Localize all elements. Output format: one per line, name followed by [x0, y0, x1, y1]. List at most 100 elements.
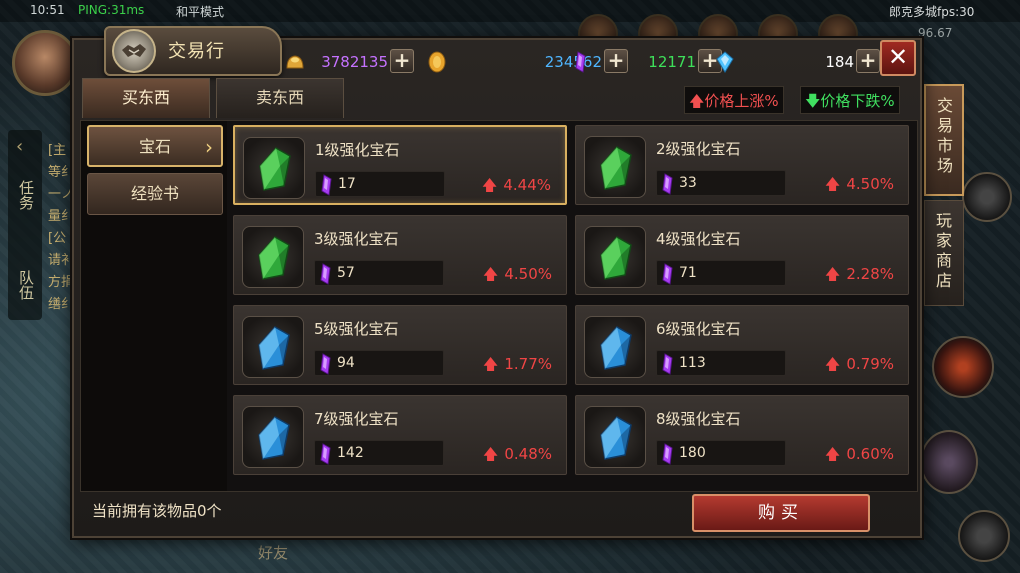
price-change: 🡅 4.44%: [482, 175, 551, 200]
gem-name: 8级强化宝石: [656, 410, 741, 428]
currency-bar: 3782135 + 234562 + 12171 + 184 +: [284, 48, 884, 76]
add-currency-button[interactable]: +: [390, 49, 414, 73]
purple-crystal-icon: [662, 443, 673, 465]
gem-item-card[interactable]: 8级强化宝石 180 🡅 0.60%: [575, 395, 909, 475]
left-quest-strip: 任务 队伍: [8, 130, 42, 320]
purple-crystal-icon: [575, 51, 586, 73]
tab-player-shop[interactable]: 玩家商店: [924, 200, 964, 306]
purple-crystal-icon: [320, 443, 331, 465]
gem-name: 4级强化宝石: [656, 230, 741, 248]
collapse-left-icon[interactable]: ‹: [16, 136, 23, 157]
gold-coin-icon: [428, 51, 446, 73]
purple-crystal-icon: [320, 353, 331, 375]
dpad-icon[interactable]: [962, 172, 1012, 222]
price-change-value: 2.28%: [846, 265, 894, 283]
up-arrow-icon: 🡅: [481, 176, 498, 194]
friends-button[interactable]: 好友: [258, 542, 288, 563]
gem-price: 57: [337, 265, 355, 281]
task-tab[interactable]: 任务: [17, 180, 35, 210]
price-box: 113: [656, 350, 786, 376]
price-change: 🡅 0.79%: [825, 354, 894, 379]
gem-icon: [584, 136, 646, 198]
player-avatar[interactable]: [12, 30, 78, 96]
price-change-value: 0.60%: [846, 445, 894, 463]
pk-mode[interactable]: 和平模式: [176, 3, 224, 20]
gem-item-card[interactable]: 1级强化宝石 17 🡅 4.44%: [233, 125, 567, 205]
buy-button[interactable]: 购买: [692, 494, 870, 532]
gem-item-card[interactable]: 6级强化宝石 113 🡅 0.79%: [575, 305, 909, 385]
price-change: 🡅 0.48%: [483, 444, 552, 469]
category-gems[interactable]: 宝石 ›: [87, 125, 223, 167]
refresh-icon[interactable]: [958, 510, 1010, 562]
gem-icon: [584, 226, 646, 288]
item-grid: 1级强化宝石 17 🡅 4.44% 2级强化宝石 33 🡅 4.50% 3级强化宝石 57 🡅 4.5…: [233, 125, 913, 485]
gem-price: 33: [679, 175, 697, 191]
gem-price: 180: [679, 445, 706, 461]
gem-item-card[interactable]: 5级强化宝石 94 🡅 1.77%: [233, 305, 567, 385]
tab-sell[interactable]: 卖东西: [216, 78, 344, 118]
gem-name: 2级强化宝石: [656, 140, 741, 158]
handshake-icon: [112, 29, 156, 73]
close-button[interactable]: ✕: [880, 40, 916, 76]
gem-name: 1级强化宝石: [315, 141, 400, 159]
price-box: 57: [314, 260, 444, 286]
category-label: 经验书: [130, 184, 179, 203]
purple-crystal-icon: [662, 263, 673, 285]
up-arrow-icon: 🡅: [482, 265, 499, 283]
tab-trade-market[interactable]: 交易市场: [924, 84, 964, 196]
price-change: 🡅 4.50%: [825, 174, 894, 199]
gem-price: 113: [679, 355, 706, 371]
gem-price: 17: [338, 176, 356, 192]
blue-diamond-icon: [716, 51, 734, 73]
ping-indicator: PING:31ms: [78, 3, 145, 17]
down-arrow-icon: 🡇: [805, 92, 821, 110]
currency-value: 184: [825, 53, 854, 71]
up-arrow-icon: 🡅: [482, 355, 499, 373]
city-fps: 郎克多城fps:30: [889, 5, 975, 19]
purple-crystal-icon: [662, 353, 673, 375]
price-change: 🡅 1.77%: [483, 354, 552, 379]
price-change-value: 4.50%: [846, 175, 894, 193]
up-arrow-icon: 🡅: [689, 92, 705, 110]
price-change: 🡅 4.50%: [483, 264, 552, 289]
gem-name: 5级强化宝石: [314, 320, 399, 338]
gem-name: 3级强化宝石: [314, 230, 399, 248]
skill-icon[interactable]: [920, 430, 978, 494]
team-tab[interactable]: 队伍: [17, 270, 35, 300]
purple-crystal-icon: [662, 173, 673, 195]
gem-item-card[interactable]: 7级强化宝石 142 🡅 0.48%: [233, 395, 567, 475]
price-box: 71: [656, 260, 786, 286]
add-currency-button[interactable]: +: [856, 49, 880, 73]
price-change: 🡅 0.60%: [825, 444, 894, 469]
clock: 10:51: [30, 3, 65, 17]
panel-title: 交易行: [168, 41, 225, 62]
gem-name: 7级强化宝石: [314, 410, 399, 428]
gem-icon: [584, 316, 646, 378]
gem-icon: [584, 406, 646, 468]
gem-price: 94: [337, 355, 355, 371]
gem-icon: [242, 316, 304, 378]
content-area: 宝石 › 经验书 1级强化宝石 17 🡅 4.44% 2级强化宝石 33 🡅 4.50% 3级强…: [80, 120, 918, 492]
category-label: 宝石: [138, 137, 171, 156]
currency-value: 3782135: [321, 53, 388, 71]
gem-item-card[interactable]: 2级强化宝石 33 🡅 4.50%: [575, 125, 909, 205]
price-box: 180: [656, 440, 786, 466]
chevron-right-icon: ›: [205, 135, 213, 159]
price-box: 94: [314, 350, 444, 376]
trading-house-panel: 交易行 3782135 + 234562 + 12171 + 184 + ✕ 买…: [72, 26, 922, 538]
price-change-value: 0.48%: [504, 445, 552, 463]
price-change-value: 1.77%: [504, 355, 552, 373]
tab-buy[interactable]: 买东西: [82, 78, 210, 118]
up-arrow-icon: 🡅: [824, 445, 841, 463]
gem-item-card[interactable]: 3级强化宝石 57 🡅 4.50%: [233, 215, 567, 295]
up-arrow-icon: 🡅: [824, 355, 841, 373]
purple-crystal-icon: [321, 174, 332, 196]
price-change: 🡅 2.28%: [825, 264, 894, 289]
gem-item-card[interactable]: 4级强化宝石 71 🡅 2.28%: [575, 215, 909, 295]
legend-price-down: 🡇价格下跌%: [800, 86, 900, 114]
category-exp-books[interactable]: 经验书: [87, 173, 223, 215]
skill-icon[interactable]: [932, 336, 994, 398]
purple-crystal-icon: [320, 263, 331, 285]
currency-value: 12171: [648, 53, 696, 71]
price-change-value: 4.44%: [503, 176, 551, 194]
